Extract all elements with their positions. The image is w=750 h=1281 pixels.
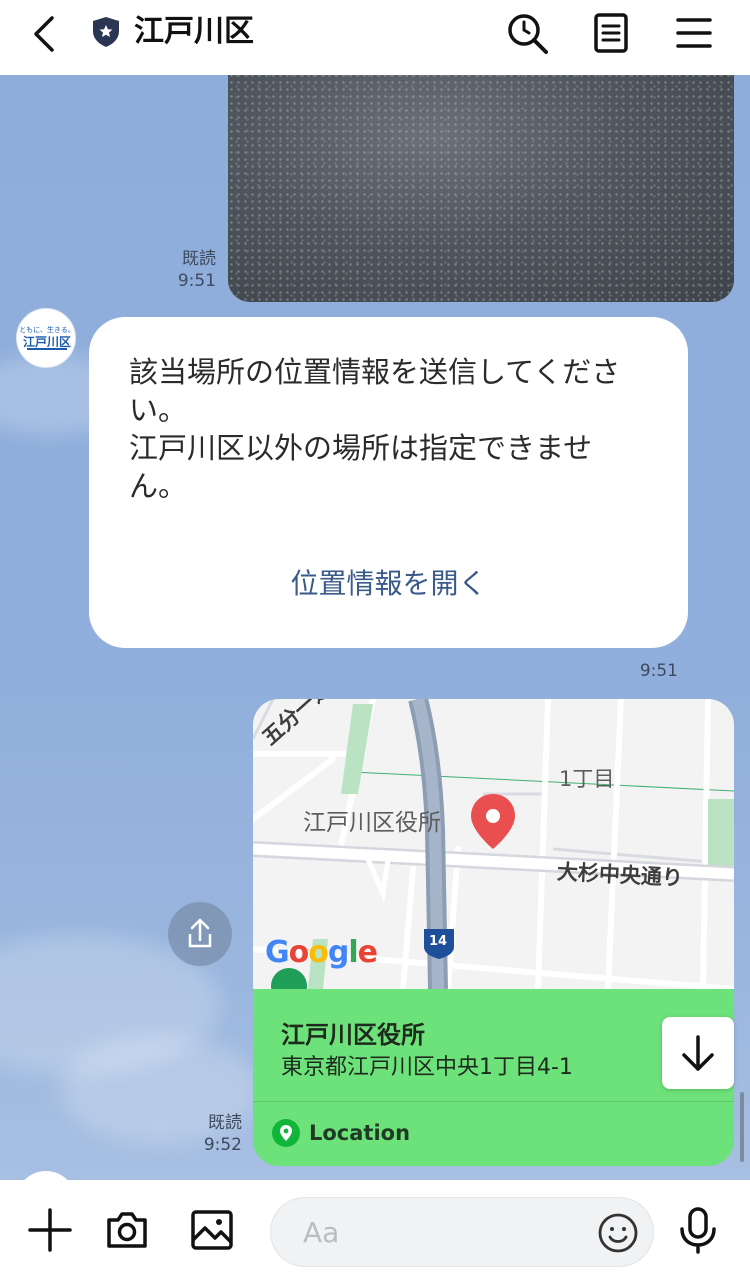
scrollbar[interactable] (740, 1092, 744, 1162)
read-label: 既読 (208, 1113, 242, 1133)
camera-icon[interactable] (103, 1206, 151, 1254)
sender-avatar[interactable] (16, 1171, 76, 1180)
back-icon[interactable] (26, 14, 62, 54)
image-icon[interactable] (188, 1206, 236, 1254)
place-name: 江戸川区役所 (281, 1021, 425, 1049)
menu-icon[interactable] (674, 14, 714, 52)
map-label-chome: 1丁目 (559, 767, 615, 791)
google-letter: e (357, 935, 378, 970)
location-message-meta: 既読 9:52 (170, 1112, 242, 1156)
microphone-icon[interactable] (676, 1206, 720, 1254)
message-time: 9:51 (639, 661, 678, 681)
share-button[interactable] (168, 902, 232, 966)
google-logo: Google (265, 935, 378, 970)
google-letter: G (265, 935, 290, 970)
chat-header: 江戸川区 (0, 0, 750, 75)
google-letter: g (327, 935, 350, 970)
share-icon (188, 918, 212, 948)
message-line: 該当場所の位置情報を送信してくださ (129, 355, 621, 389)
message-text: 該当場所の位置情報を送信してくださ い。 江戸川区以外の場所は指定できませ ん。 (129, 353, 649, 505)
google-letter: o (288, 935, 310, 970)
input-placeholder: Aa (303, 1216, 340, 1249)
arrow-down-icon (682, 1035, 714, 1071)
google-letter: o (308, 935, 329, 970)
location-message-card[interactable]: 五分一通り 1丁目 江戸川区役所 大杉中央通り 14 Google 江戸川区役所… (253, 699, 734, 1166)
google-letter: l (348, 935, 358, 970)
message-line: 江戸川区以外の場所は指定できませ (129, 431, 593, 465)
svg-text:ともに、生きる。: ともに、生きる。 (19, 325, 75, 334)
message-time: 9:52 (203, 1135, 242, 1155)
sender-avatar[interactable]: ともに、生きる。 江戸川区 (16, 308, 76, 368)
photo-message-meta: 既読 9:51 (150, 248, 216, 292)
asphalt-texture (228, 75, 734, 302)
location-pin-icon (272, 1119, 300, 1147)
chat-title: 江戸川区 (134, 14, 254, 49)
emoji-icon[interactable] (597, 1212, 639, 1254)
location-tag: Location (309, 1121, 411, 1145)
plus-icon[interactable] (26, 1206, 74, 1254)
notes-icon[interactable] (592, 12, 630, 54)
message-input[interactable]: Aa (270, 1197, 654, 1267)
photo-message[interactable] (228, 75, 734, 302)
open-location-link[interactable]: 位置情報を開く (89, 562, 688, 602)
divider (253, 1101, 734, 1102)
message-input-bar: Aa (0, 1180, 750, 1281)
chat-area[interactable]: 既読 9:51 ともに、生きる。 江戸川区 該当場所の位置情報を送信してくださ … (0, 75, 750, 1180)
map-preview[interactable]: 五分一通り 1丁目 江戸川区役所 大杉中央通り 14 Google (253, 699, 734, 989)
incoming-message-bubble: 該当場所の位置情報を送信してくださ い。 江戸川区以外の場所は指定できませ ん。… (89, 317, 688, 648)
message-line: い。 (129, 393, 188, 427)
place-address: 東京都江戸川区中央1丁目4-1 (281, 1055, 573, 1080)
map-label-poi: 江戸川区役所 (303, 810, 441, 836)
shield-star-icon (92, 16, 120, 48)
search-icon[interactable] (506, 12, 550, 56)
svg-text:江戸川区: 江戸川区 (23, 334, 71, 349)
route-shield-label: 14 (429, 934, 448, 949)
read-label: 既読 (182, 249, 216, 269)
message-line: ん。 (129, 469, 188, 503)
message-time: 9:51 (177, 271, 216, 291)
scroll-to-bottom-button[interactable] (662, 1017, 734, 1089)
